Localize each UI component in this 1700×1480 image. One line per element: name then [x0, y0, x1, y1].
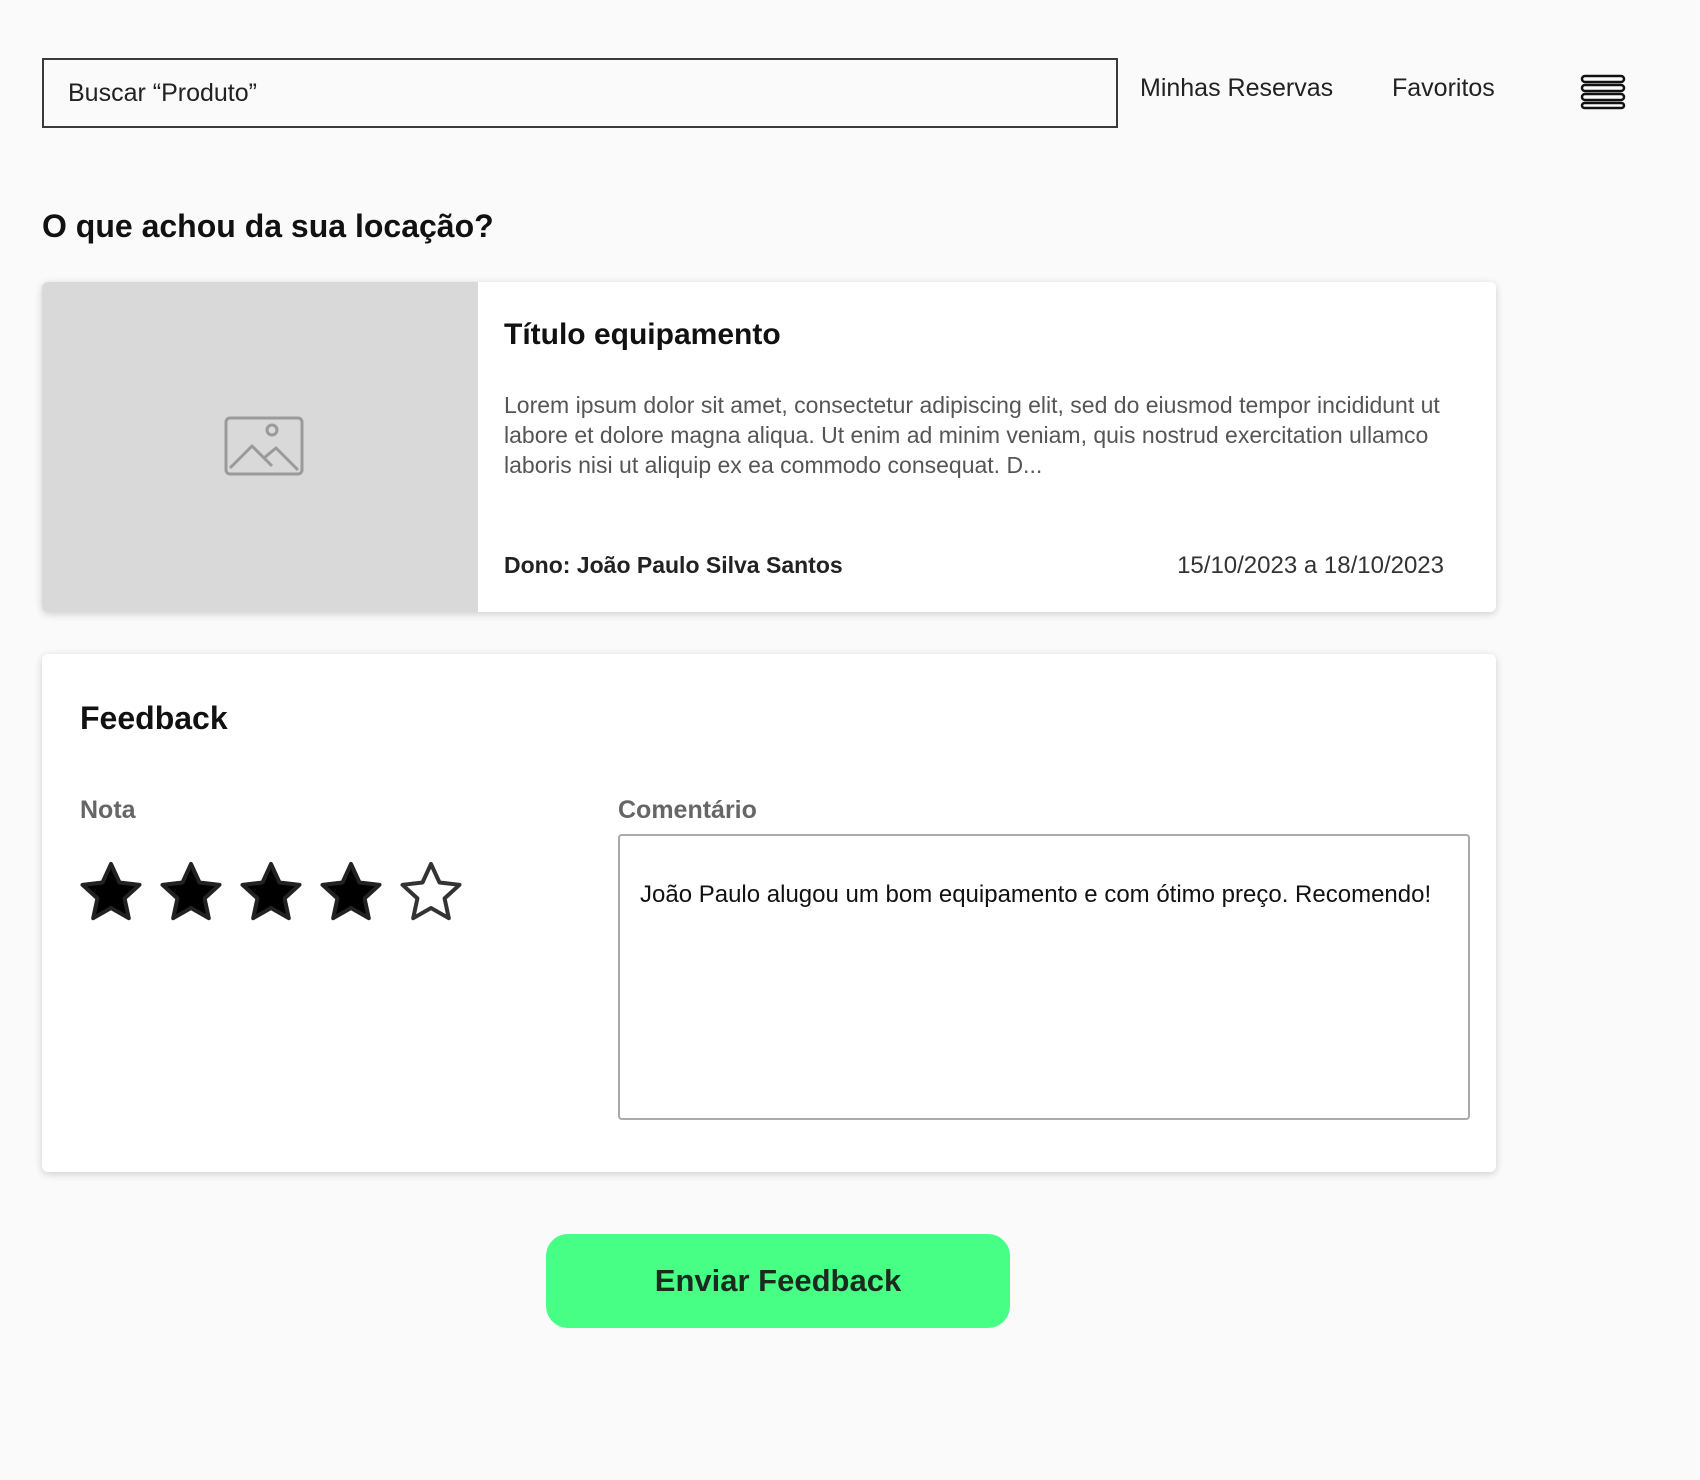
comment-text: João Paulo alugou um bom equipamento e c…	[640, 881, 1432, 908]
nav-link-minhas-reservas[interactable]: Minhas Reservas	[1140, 74, 1333, 103]
product-card: Título equipamento Lorem ipsum dolor sit…	[42, 282, 1496, 612]
comment-textarea[interactable]: João Paulo alugou um bom equipamento e c…	[618, 834, 1470, 1120]
rental-date-range: 15/10/2023 a 18/10/2023	[1177, 552, 1444, 579]
hamburger-icon[interactable]	[1580, 74, 1626, 110]
search-input[interactable]: Buscar “Produto”	[42, 58, 1118, 128]
nav-link-favoritos[interactable]: Favoritos	[1392, 74, 1495, 103]
product-title: Título equipamento	[504, 318, 781, 351]
feedback-title: Feedback	[80, 700, 228, 736]
star-empty-icon[interactable]	[398, 860, 464, 926]
star-rating[interactable]	[78, 860, 464, 926]
submit-feedback-button[interactable]: Enviar Feedback	[546, 1234, 1010, 1328]
comment-label: Comentário	[618, 796, 757, 824]
product-image	[42, 282, 478, 612]
product-owner: Dono: João Paulo Silva Santos	[504, 552, 843, 578]
image-placeholder-icon	[224, 416, 304, 476]
star-filled-icon[interactable]	[158, 860, 224, 926]
star-filled-icon[interactable]	[78, 860, 144, 926]
star-filled-icon[interactable]	[318, 860, 384, 926]
rating-label: Nota	[80, 796, 136, 824]
star-filled-icon[interactable]	[238, 860, 304, 926]
feedback-card: Feedback Nota Comentário João Paulo alug…	[42, 654, 1496, 1172]
page-title: O que achou da sua locação?	[42, 208, 494, 244]
search-input-text: Buscar “Produto”	[68, 78, 257, 107]
product-description: Lorem ipsum dolor sit amet, consectetur …	[504, 392, 1440, 478]
